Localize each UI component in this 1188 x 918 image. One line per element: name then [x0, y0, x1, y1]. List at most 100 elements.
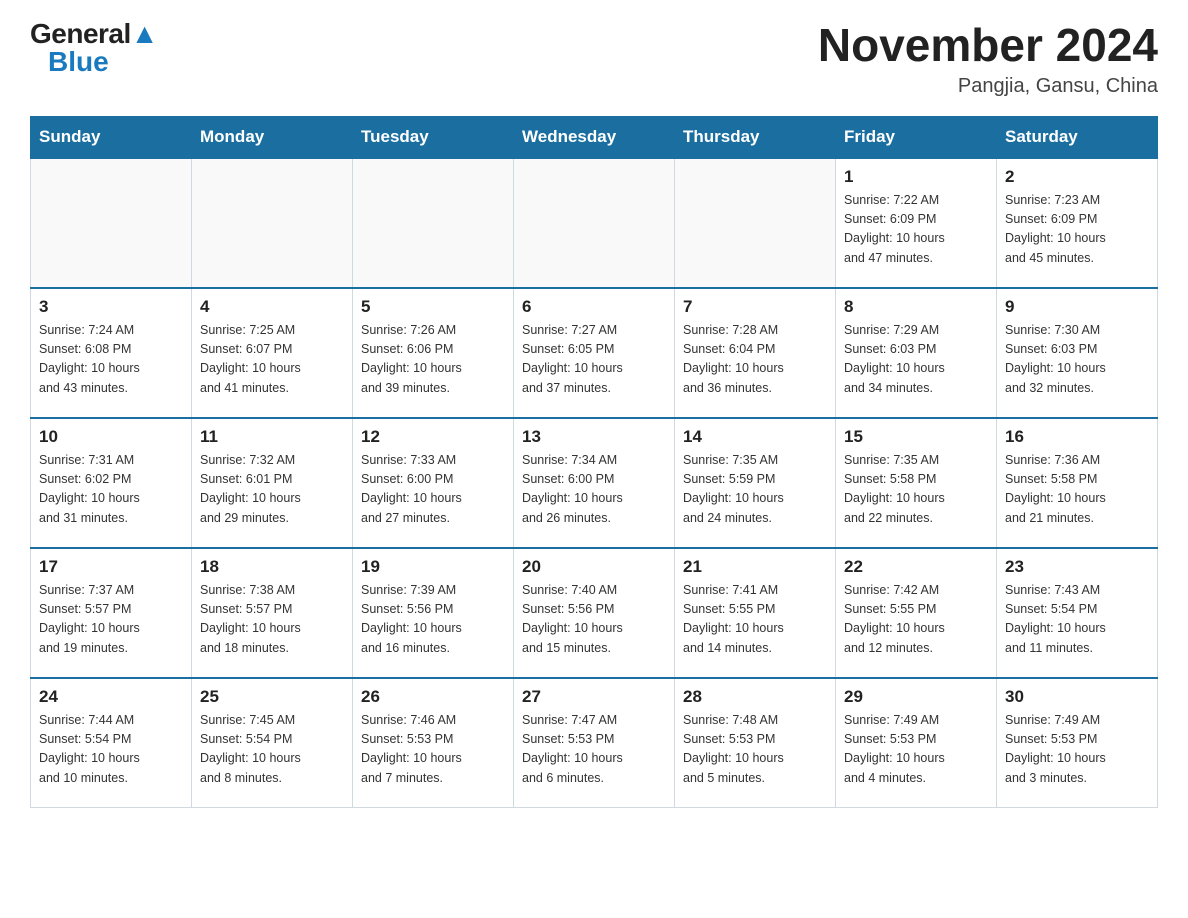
day-number: 19 [361, 557, 505, 577]
day-number: 20 [522, 557, 666, 577]
calendar-week-row: 10 Sunrise: 7:31 AM Sunset: 6:02 PM Dayli… [31, 418, 1158, 548]
day-number: 27 [522, 687, 666, 707]
calendar-cell: 28 Sunrise: 7:48 AM Sunset: 5:53 PM Dayli… [675, 678, 836, 808]
day-info: Sunrise: 7:48 AM Sunset: 5:53 PM Dayligh… [683, 711, 827, 789]
day-info: Sunrise: 7:38 AM Sunset: 5:57 PM Dayligh… [200, 581, 344, 659]
calendar-cell [514, 158, 675, 288]
day-number: 23 [1005, 557, 1149, 577]
calendar-cell [353, 158, 514, 288]
day-info: Sunrise: 7:43 AM Sunset: 5:54 PM Dayligh… [1005, 581, 1149, 659]
calendar-cell: 5 Sunrise: 7:26 AM Sunset: 6:06 PM Daylig… [353, 288, 514, 418]
col-saturday: Saturday [997, 116, 1158, 158]
day-number: 18 [200, 557, 344, 577]
calendar-cell: 14 Sunrise: 7:35 AM Sunset: 5:59 PM Dayli… [675, 418, 836, 548]
calendar-cell: 29 Sunrise: 7:49 AM Sunset: 5:53 PM Dayli… [836, 678, 997, 808]
day-number: 30 [1005, 687, 1149, 707]
calendar-cell: 16 Sunrise: 7:36 AM Sunset: 5:58 PM Dayli… [997, 418, 1158, 548]
calendar-cell: 19 Sunrise: 7:39 AM Sunset: 5:56 PM Dayli… [353, 548, 514, 678]
day-info: Sunrise: 7:35 AM Sunset: 5:59 PM Dayligh… [683, 451, 827, 529]
calendar-cell [192, 158, 353, 288]
day-info: Sunrise: 7:25 AM Sunset: 6:07 PM Dayligh… [200, 321, 344, 399]
day-info: Sunrise: 7:45 AM Sunset: 5:54 PM Dayligh… [200, 711, 344, 789]
day-info: Sunrise: 7:26 AM Sunset: 6:06 PM Dayligh… [361, 321, 505, 399]
day-number: 28 [683, 687, 827, 707]
day-info: Sunrise: 7:24 AM Sunset: 6:08 PM Dayligh… [39, 321, 183, 399]
calendar-cell [675, 158, 836, 288]
day-info: Sunrise: 7:47 AM Sunset: 5:53 PM Dayligh… [522, 711, 666, 789]
day-info: Sunrise: 7:31 AM Sunset: 6:02 PM Dayligh… [39, 451, 183, 529]
calendar-cell: 26Sunrise: 7:46 AM Sunset: 5:53 PM Dayli… [353, 678, 514, 808]
day-info: Sunrise: 7:29 AM Sunset: 6:03 PM Dayligh… [844, 321, 988, 399]
calendar-cell: 10 Sunrise: 7:31 AM Sunset: 6:02 PM Dayli… [31, 418, 192, 548]
day-number: 15 [844, 427, 988, 447]
logo: General▲ Blue [30, 20, 158, 76]
calendar-cell: 8 Sunrise: 7:29 AM Sunset: 6:03 PM Daylig… [836, 288, 997, 418]
day-info: Sunrise: 7:46 AM Sunset: 5:53 PM Dayligh… [361, 711, 505, 789]
day-number: 11 [200, 427, 344, 447]
day-number: 9 [1005, 297, 1149, 317]
col-wednesday: Wednesday [514, 116, 675, 158]
calendar-week-row: 24Sunrise: 7:44 AM Sunset: 5:54 PM Dayli… [31, 678, 1158, 808]
calendar-cell: 6 Sunrise: 7:27 AM Sunset: 6:05 PM Daylig… [514, 288, 675, 418]
calendar-cell: 9Sunrise: 7:30 AM Sunset: 6:03 PM Daylig… [997, 288, 1158, 418]
day-info: Sunrise: 7:27 AM Sunset: 6:05 PM Dayligh… [522, 321, 666, 399]
calendar-cell: 1 Sunrise: 7:22 AM Sunset: 6:09 PM Daylig… [836, 158, 997, 288]
day-info: Sunrise: 7:36 AM Sunset: 5:58 PM Dayligh… [1005, 451, 1149, 529]
day-number: 29 [844, 687, 988, 707]
day-number: 2 [1005, 167, 1149, 187]
day-number: 1 [844, 167, 988, 187]
calendar-cell: 27 Sunrise: 7:47 AM Sunset: 5:53 PM Dayli… [514, 678, 675, 808]
calendar-cell: 18 Sunrise: 7:38 AM Sunset: 5:57 PM Dayli… [192, 548, 353, 678]
logo-triangle-icon: ▲ [131, 18, 158, 49]
day-number: 4 [200, 297, 344, 317]
calendar-cell: 21Sunrise: 7:41 AM Sunset: 5:55 PM Dayli… [675, 548, 836, 678]
calendar-cell: 23 Sunrise: 7:43 AM Sunset: 5:54 PM Dayli… [997, 548, 1158, 678]
calendar-cell: 15 Sunrise: 7:35 AM Sunset: 5:58 PM Dayli… [836, 418, 997, 548]
calendar-cell: 13 Sunrise: 7:34 AM Sunset: 6:00 PM Dayli… [514, 418, 675, 548]
day-number: 13 [522, 427, 666, 447]
day-info: Sunrise: 7:35 AM Sunset: 5:58 PM Dayligh… [844, 451, 988, 529]
calendar-cell: 4 Sunrise: 7:25 AM Sunset: 6:07 PM Daylig… [192, 288, 353, 418]
calendar-cell: 11 Sunrise: 7:32 AM Sunset: 6:01 PM Dayli… [192, 418, 353, 548]
calendar-title: November 2024 [818, 20, 1158, 71]
calendar-cell: 22Sunrise: 7:42 AM Sunset: 5:55 PM Dayli… [836, 548, 997, 678]
day-info: Sunrise: 7:34 AM Sunset: 6:00 PM Dayligh… [522, 451, 666, 529]
calendar-week-row: 1 Sunrise: 7:22 AM Sunset: 6:09 PM Daylig… [31, 158, 1158, 288]
calendar-cell: 30Sunrise: 7:49 AM Sunset: 5:53 PM Dayli… [997, 678, 1158, 808]
day-number: 12 [361, 427, 505, 447]
day-number: 24 [39, 687, 183, 707]
day-number: 6 [522, 297, 666, 317]
day-number: 8 [844, 297, 988, 317]
day-info: Sunrise: 7:49 AM Sunset: 5:53 PM Dayligh… [844, 711, 988, 789]
calendar-week-row: 3Sunrise: 7:24 AM Sunset: 6:08 PM Daylig… [31, 288, 1158, 418]
col-thursday: Thursday [675, 116, 836, 158]
day-info: Sunrise: 7:37 AM Sunset: 5:57 PM Dayligh… [39, 581, 183, 659]
day-number: 7 [683, 297, 827, 317]
day-info: Sunrise: 7:39 AM Sunset: 5:56 PM Dayligh… [361, 581, 505, 659]
calendar-cell: 20Sunrise: 7:40 AM Sunset: 5:56 PM Dayli… [514, 548, 675, 678]
day-number: 10 [39, 427, 183, 447]
calendar-cell: 24Sunrise: 7:44 AM Sunset: 5:54 PM Dayli… [31, 678, 192, 808]
calendar-cell: 17Sunrise: 7:37 AM Sunset: 5:57 PM Dayli… [31, 548, 192, 678]
calendar-cell: 2Sunrise: 7:23 AM Sunset: 6:09 PM Daylig… [997, 158, 1158, 288]
calendar-subtitle: Pangjia, Gansu, China [818, 75, 1158, 98]
day-info: Sunrise: 7:28 AM Sunset: 6:04 PM Dayligh… [683, 321, 827, 399]
day-number: 16 [1005, 427, 1149, 447]
day-info: Sunrise: 7:22 AM Sunset: 6:09 PM Dayligh… [844, 191, 988, 269]
day-number: 21 [683, 557, 827, 577]
calendar-cell: 3Sunrise: 7:24 AM Sunset: 6:08 PM Daylig… [31, 288, 192, 418]
day-info: Sunrise: 7:33 AM Sunset: 6:00 PM Dayligh… [361, 451, 505, 529]
day-number: 14 [683, 427, 827, 447]
col-sunday: Sunday [31, 116, 192, 158]
title-block: November 2024 Pangjia, Gansu, China [818, 20, 1158, 98]
col-monday: Monday [192, 116, 353, 158]
day-number: 25 [200, 687, 344, 707]
page-header: General▲ Blue November 2024 Pangjia, Gan… [30, 20, 1158, 98]
day-info: Sunrise: 7:32 AM Sunset: 6:01 PM Dayligh… [200, 451, 344, 529]
day-number: 22 [844, 557, 988, 577]
day-number: 5 [361, 297, 505, 317]
calendar-cell: 7 Sunrise: 7:28 AM Sunset: 6:04 PM Daylig… [675, 288, 836, 418]
calendar-header-row: Sunday Monday Tuesday Wednesday Thursday… [31, 116, 1158, 158]
logo-blue-text: Blue [48, 48, 109, 76]
calendar-cell: 25 Sunrise: 7:45 AM Sunset: 5:54 PM Dayli… [192, 678, 353, 808]
